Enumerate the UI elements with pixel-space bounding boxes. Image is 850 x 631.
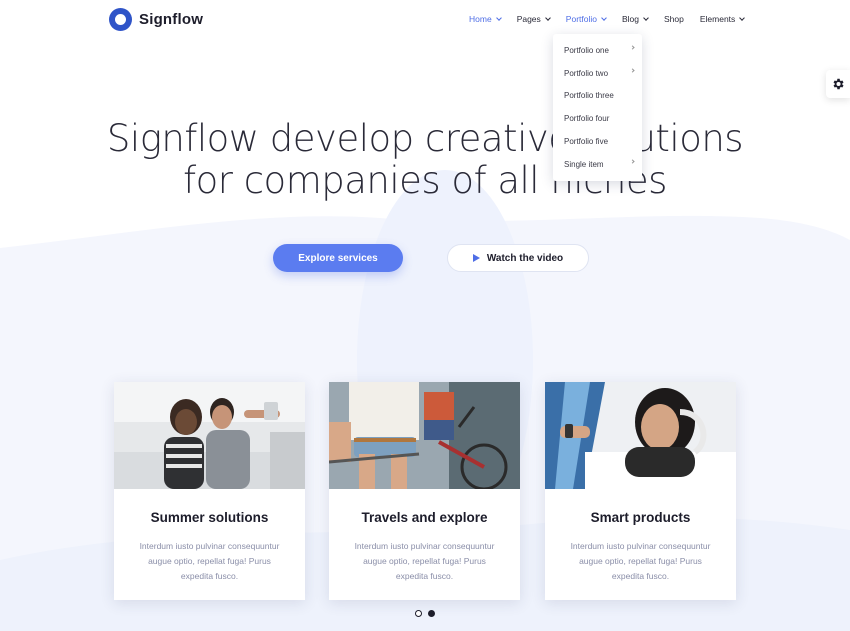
hero-heading-line-1: Signflow develop creative solutions [106, 117, 744, 160]
nav-item-label: Shop [664, 14, 684, 24]
chevron-down-icon [601, 14, 607, 21]
dropdown-item-label: Portfolio three [564, 91, 614, 101]
portfolio-dropdown-menu: Portfolio one Portfolio two Portfolio th… [553, 34, 642, 181]
logo-icon [109, 8, 132, 31]
card-smart-products[interactable]: Smart products Interdum iusto pulvinar c… [545, 382, 736, 600]
dropdown-item-portfolio-one[interactable]: Portfolio one [553, 39, 642, 62]
brand-name: Signflow [139, 11, 204, 28]
nav-item-label: Blog [621, 14, 639, 24]
chevron-down-icon [544, 14, 551, 21]
watch-video-button[interactable]: Watch the video [447, 244, 589, 272]
chevron-down-icon [495, 14, 502, 21]
hero-heading-line-2: for companies of all niches [183, 159, 667, 202]
watch-video-label: Watch the video [486, 252, 564, 264]
card-travels-explore[interactable]: Travels and explore Interdum iusto pulvi… [329, 382, 520, 600]
pagination-dot-1[interactable] [415, 610, 422, 617]
card-image [329, 382, 520, 489]
nav-item-label: Portfolio [565, 14, 597, 24]
gear-icon [833, 78, 844, 90]
pagination-dot-2[interactable] [428, 610, 435, 617]
card-image [545, 382, 736, 489]
chevron-down-icon [739, 14, 746, 21]
nav-item-elements[interactable]: Elements [699, 14, 746, 24]
dropdown-item-single-item[interactable]: Single item [553, 153, 642, 176]
site-header: Signflow Home Pages Portfolio Blog Shop … [0, 0, 850, 40]
chevron-down-icon [643, 14, 649, 21]
card-text: Interdum iusto pulvinar consequuntur aug… [570, 541, 711, 581]
hero-heading: Signflow develop creative solutions for … [0, 118, 850, 202]
chevron-right-icon [630, 45, 635, 50]
dropdown-item-label: Portfolio four [564, 114, 610, 124]
dropdown-item-portfolio-five[interactable]: Portfolio five [553, 130, 642, 153]
chevron-right-icon [630, 159, 635, 164]
dropdown-item-label: Portfolio one [564, 45, 609, 55]
brand-logo[interactable]: Signflow [109, 8, 203, 31]
nav-item-shop[interactable]: Shop [664, 14, 684, 24]
dropdown-item-portfolio-four[interactable]: Portfolio four [553, 107, 642, 130]
card-title: Smart products [590, 510, 691, 525]
nav-item-home[interactable]: Home [469, 14, 502, 24]
card-title: Summer solutions [150, 510, 269, 525]
chevron-right-icon [630, 68, 635, 73]
nav-item-label: Pages [516, 14, 541, 24]
dropdown-item-label: Portfolio two [564, 68, 609, 78]
dropdown-item-portfolio-two[interactable]: Portfolio two [553, 62, 642, 85]
play-icon [472, 254, 480, 262]
nav-item-blog[interactable]: Blog [621, 14, 649, 24]
dropdown-item-label: Single item [564, 159, 604, 169]
nav-item-pages[interactable]: Pages [516, 14, 551, 24]
main-nav: Home Pages Portfolio Blog Shop Elements [469, 14, 760, 24]
card-title: Travels and explore [361, 510, 488, 525]
card-summer-solutions[interactable]: Summer solutions Interdum iusto pulvinar… [114, 382, 305, 600]
carousel-pagination [415, 610, 441, 617]
nav-item-label: Home [469, 14, 492, 24]
card-text: Interdum iusto pulvinar consequuntur aug… [354, 541, 495, 581]
card-text: Interdum iusto pulvinar consequuntur aug… [139, 541, 280, 581]
dropdown-item-portfolio-three[interactable]: Portfolio three [553, 85, 642, 108]
card-image [114, 382, 305, 489]
explore-services-button[interactable]: Explore services [273, 244, 403, 272]
settings-tab[interactable] [826, 70, 850, 98]
nav-item-label: Elements [699, 14, 736, 24]
nav-item-portfolio[interactable]: Portfolio [565, 14, 607, 24]
dropdown-item-label: Portfolio five [564, 137, 609, 147]
